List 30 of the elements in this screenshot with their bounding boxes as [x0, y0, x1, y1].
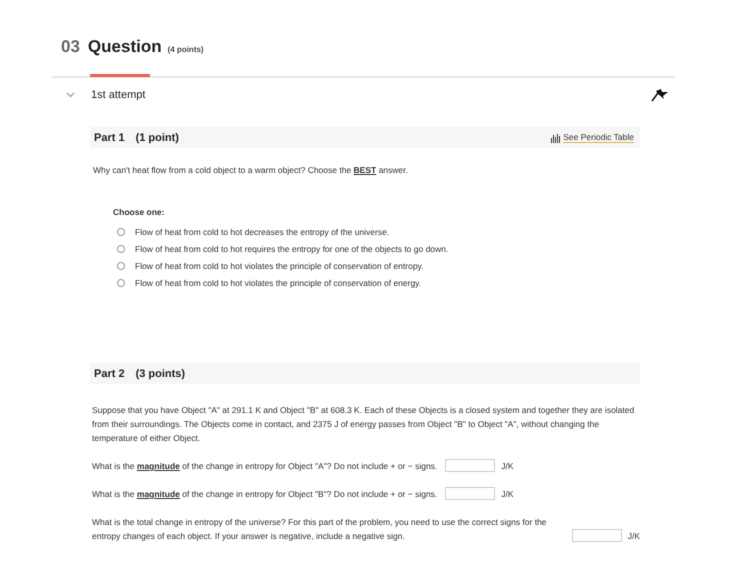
- chevron-icon[interactable]: [66, 92, 75, 98]
- question-title: Question: [88, 37, 162, 57]
- question-text: What is the total change in entropy of the universe? For this part of the problem, you need to use the correct signs for the entropy changes of each object. If your answer is negative, include a negative sign.: [92, 516, 548, 543]
- unit-label: J/K: [501, 460, 514, 473]
- bar-chart-icon: [551, 134, 562, 143]
- input-field[interactable]: [445, 459, 496, 472]
- input-field[interactable]: [572, 529, 622, 542]
- choice-label[interactable]: Flow of heat from cold to hot decreases the entropy of the universe.: [135, 226, 390, 236]
- question-points: (4 points): [168, 45, 204, 54]
- problem-text: Suppose that you have Object "A" at 291.1 K and Object "B" at 608.3 K. Each of these Objects is a closed system and together they are isolated from their surroundings. The Objects come in contact, and 2375 J of energy passes from Object "B" to Object "A", without changing the temperature of either Object.: [92, 404, 636, 445]
- radio-button[interactable]: [117, 278, 125, 286]
- attempt-label: 1st attempt: [91, 89, 146, 101]
- choose-label: Choose one:: [113, 207, 166, 217]
- question-text: What is the magnitude of the change in entropy for Object "A"? Do not include + or − signs.: [92, 460, 438, 473]
- part-title: Part 1 (1 point): [94, 132, 179, 144]
- input-field[interactable]: [445, 487, 496, 500]
- part-title: Part 2 (3 points): [94, 368, 186, 380]
- unit-label: J/K: [501, 488, 514, 501]
- radio-button[interactable]: [117, 244, 125, 252]
- radio-button[interactable]: [117, 228, 125, 236]
- active-tab-indicator: [90, 74, 150, 77]
- question-text: Why can't heat flow from a cold object to a warm object? Choose the BEST answer.: [93, 165, 409, 175]
- question-number: 03: [61, 37, 80, 57]
- choice-label[interactable]: Flow of heat from cold to hot violates the principle of conservation of energy.: [135, 278, 422, 288]
- choice-label[interactable]: Flow of heat from cold to hot violates the principle of conservation of entropy.: [135, 260, 424, 270]
- flag-icon[interactable]: [651, 88, 669, 102]
- choice-label[interactable]: Flow of heat from cold to hot requires the entropy for one of the objects to go down.: [135, 244, 448, 254]
- unit-label: J/K: [628, 530, 640, 543]
- radio-button[interactable]: [117, 262, 125, 270]
- question-text: What is the magnitude of the change in entropy for Object "B"? Do not include + or − signs.: [92, 488, 438, 501]
